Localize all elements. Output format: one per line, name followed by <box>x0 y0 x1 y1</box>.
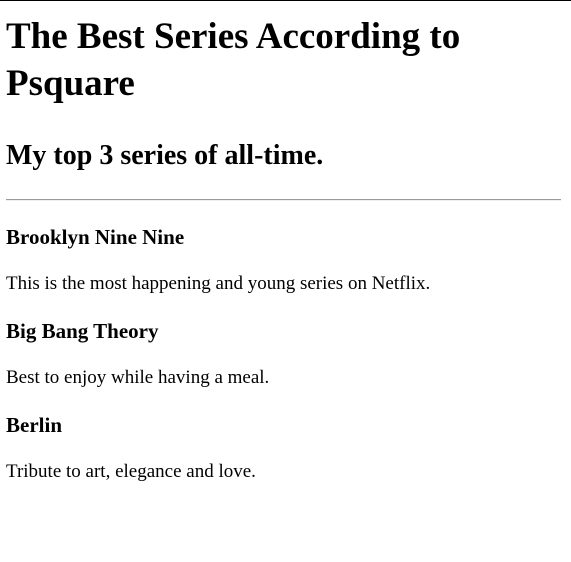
page-subtitle: My top 3 series of all-time. <box>6 140 324 171</box>
page-title: The Best Series According to Psquare <box>6 16 461 104</box>
series-title: Brooklyn Nine Nine <box>6 225 185 249</box>
series-list: Brooklyn Nine Nine This is the most happ… <box>6 224 563 484</box>
series-title: Big Bang Theory <box>6 319 159 343</box>
series-description: Best to enjoy while having a meal. <box>6 367 270 388</box>
series-item-berlin: Berlin Tribute to art, elegance and love… <box>6 412 563 484</box>
divider <box>6 199 561 201</box>
series-item-brooklyn-nine-nine: Brooklyn Nine Nine This is the most happ… <box>6 224 563 296</box>
series-description: Tribute to art, elegance and love. <box>6 461 256 482</box>
series-description: This is the most happening and young ser… <box>6 273 431 294</box>
series-item-big-bang-theory: Big Bang Theory Best to enjoy while havi… <box>6 318 563 390</box>
page-content: The Best Series According to Psquare My … <box>0 13 571 484</box>
series-title: Berlin <box>6 413 62 437</box>
